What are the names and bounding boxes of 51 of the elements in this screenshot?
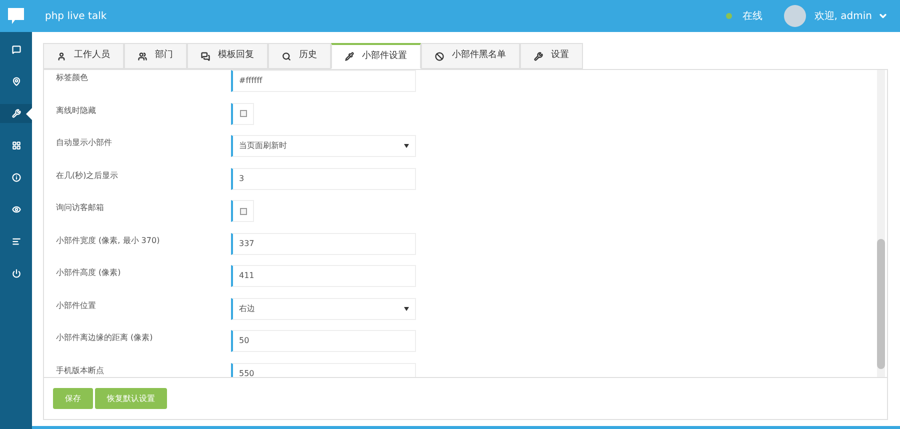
comments-icon (201, 52, 210, 60)
power-icon (12, 269, 20, 278)
checkbox[interactable] (240, 110, 246, 117)
input-field[interactable]: 3 (231, 168, 416, 190)
grid-icon (12, 141, 20, 150)
tab[interactable]: 工作人员 (43, 43, 124, 69)
tab[interactable]: 模板回复 (187, 43, 268, 69)
field-label: 小部件高度 (像素) (56, 267, 122, 279)
field-label: 小部件位置 (56, 300, 97, 312)
wrench-icon (534, 52, 543, 60)
pipette-icon (345, 52, 354, 61)
field-label: 在几(秒)之后显示 (56, 170, 120, 182)
users-icon (138, 52, 147, 60)
map-pin-icon (12, 77, 20, 86)
chevron-down-icon[interactable] (878, 11, 888, 21)
dropdown-caret-icon (404, 144, 409, 148)
avatar (784, 5, 806, 27)
tab[interactable]: 小部件黑名单 (421, 43, 520, 69)
checkbox[interactable] (240, 208, 246, 214)
app-title: php live talk (45, 10, 107, 24)
sidebar-item[interactable] (0, 104, 32, 123)
field-label: 小部件离边缘的距离 (像素) (56, 332, 154, 344)
field-label: 询问访客邮箱 (56, 202, 105, 214)
search-icon (282, 52, 291, 60)
select-field[interactable]: 当页面刷新时 (231, 135, 416, 157)
select-field[interactable]: 右边 (231, 298, 416, 320)
field-label: 手机版本断点 (56, 364, 105, 376)
chat-icon (12, 45, 20, 54)
logo-icon (6, 6, 26, 26)
user-icon (57, 52, 66, 60)
input-field[interactable]: 411 (231, 265, 416, 287)
tab[interactable]: 部门 (124, 43, 187, 69)
info-icon (12, 173, 20, 182)
tab[interactable]: 历史 (268, 43, 331, 69)
active-pointer-icon (26, 108, 32, 120)
tab[interactable]: 设置 (520, 43, 583, 69)
tab[interactable]: 小部件设置 (331, 43, 421, 69)
input-field[interactable]: 50 (231, 330, 416, 352)
input-field[interactable]: 337 (231, 232, 416, 254)
field-label: 小部件宽度 (像素, 最小 370) (56, 234, 161, 246)
eye-icon (12, 205, 20, 214)
dropdown-caret-icon (404, 306, 409, 310)
wrench-icon (12, 109, 20, 118)
status-label: 在线 (742, 10, 762, 24)
list-icon (12, 237, 20, 246)
input-field[interactable]: 550 (231, 362, 416, 377)
field-label: 标签颜色 (56, 72, 89, 84)
ban-icon (435, 52, 444, 60)
field-label: 自动显示小部件 (56, 137, 113, 149)
field-label: 离线时隐藏 (56, 104, 97, 116)
input-field[interactable]: #ffffff (231, 70, 416, 92)
